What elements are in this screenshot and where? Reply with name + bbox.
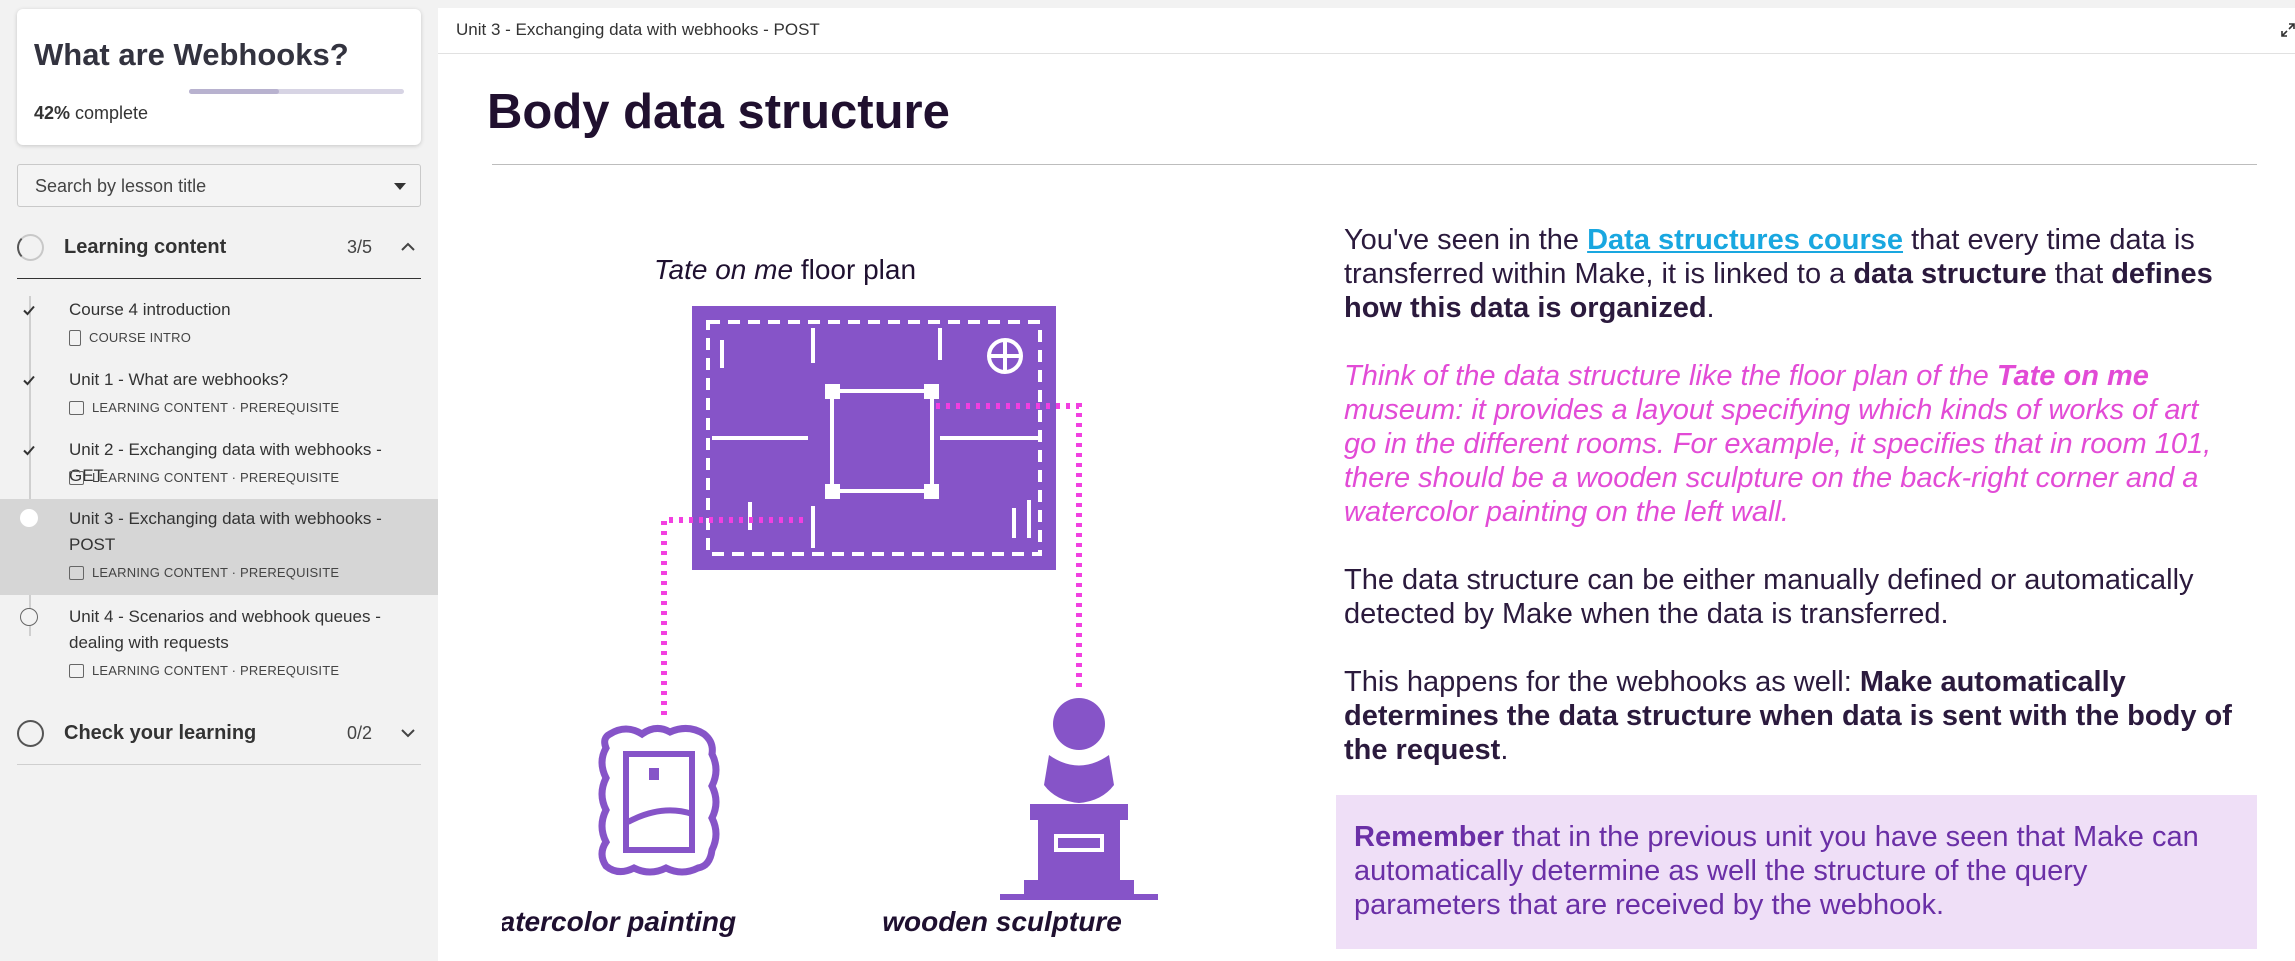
label-watercolor-painting: watercolor painting xyxy=(502,906,736,937)
section-count: 3/5 xyxy=(347,237,373,257)
page-title: Body data structure xyxy=(487,85,950,139)
lesson-meta: COURSE INTRO xyxy=(69,329,192,347)
paragraph-webhooks-body: This happens for the webhooks as well: M… xyxy=(1344,665,2234,767)
watercolor-painting-icon xyxy=(598,725,720,876)
slides-icon xyxy=(69,663,84,678)
caret-down-icon xyxy=(394,183,406,190)
lesson-body-text: You've seen in the Data structures cours… xyxy=(1344,223,2234,801)
section-label: Learning content xyxy=(64,236,227,258)
course-progress-card: What are Webhooks? 42% complete xyxy=(17,9,421,145)
paragraph-defined-or-detected: The data structure can be either manuall… xyxy=(1344,564,2194,630)
chevron-up-icon[interactable] xyxy=(399,238,417,256)
section-divider xyxy=(17,278,421,279)
lesson-title: Unit 1 - What are webhooks? xyxy=(69,370,289,389)
section-progress-ring-icon xyxy=(17,234,44,261)
breadcrumb: Unit 3 - Exchanging data with webhooks -… xyxy=(456,20,820,39)
progress-percent: 42% xyxy=(34,103,71,123)
bold-run: data structure xyxy=(1853,258,2047,290)
lesson-item-unit-3[interactable]: Unit 3 - Exchanging data with webhooks -… xyxy=(0,499,438,595)
chevron-down-icon[interactable] xyxy=(399,724,417,742)
bold-run: Remember xyxy=(1354,821,1504,853)
text-run: that xyxy=(2046,258,2112,290)
text-run: . xyxy=(1500,734,1509,766)
section-count: 0/2 xyxy=(347,723,373,743)
paragraph-floor-plan-analogy: Think of the data structure like the flo… xyxy=(1344,359,2234,529)
lesson-meta: LEARNING CONTENT · PREREQUISITE xyxy=(69,400,339,416)
text-run: You've seen in the xyxy=(1344,224,1588,256)
lesson-item-unit-1[interactable]: Unit 1 - What are webhooks? LEARNING CON… xyxy=(0,366,438,426)
paragraph-data-structure-intro: You've seen in the Data structures cours… xyxy=(1344,223,2234,325)
lesson-title: Course 4 introduction xyxy=(69,300,231,319)
remember-text: Remember that in the previous unit you h… xyxy=(1354,820,2234,922)
lesson-item-unit-4[interactable]: Unit 4 - Scenarios and webhook queues - … xyxy=(0,604,438,684)
text-run: . xyxy=(1706,292,1715,324)
data-structures-course-link[interactable]: Data structures course xyxy=(1587,224,1903,256)
lesson-meta-text: LEARNING CONTENT · PREREQUISITE xyxy=(92,565,340,580)
expand-icon[interactable] xyxy=(2280,22,2295,38)
lesson-meta: LEARNING CONTENT · PREREQUISITE xyxy=(69,565,339,581)
lesson-header-bar: Unit 3 - Exchanging data with webhooks -… xyxy=(438,8,2295,54)
title-divider xyxy=(492,164,2257,165)
progress-suffix: complete xyxy=(70,103,149,123)
floor-plan-caption: Tate on me floor plan xyxy=(654,254,916,285)
remember-callout: Remember that in the previous unit you h… xyxy=(1336,795,2257,949)
section-check-your-learning[interactable]: Check your learning 0/2 xyxy=(17,708,421,758)
checkmark-icon xyxy=(23,305,35,316)
lesson-title: Unit 4 - Scenarios and webhook queues - … xyxy=(69,607,381,652)
bold-run: Tate on me xyxy=(1996,360,2149,392)
progress-bar xyxy=(189,89,404,94)
lesson-meta: LEARNING CONTENT · PREREQUISITE xyxy=(69,663,339,679)
lesson-item-course-intro[interactable]: Course 4 introduction COURSE INTRO xyxy=(0,296,438,356)
checkmark-icon xyxy=(23,375,35,386)
section-learning-content[interactable]: Learning content 3/5 xyxy=(17,222,421,272)
lesson-item-unit-2[interactable]: Unit 2 - Exchanging data with webhooks -… xyxy=(0,436,438,496)
lesson-content-panel: Unit 3 - Exchanging data with webhooks -… xyxy=(438,8,2295,961)
course-title: What are Webhooks? xyxy=(34,37,349,72)
lesson-meta-text: COURSE INTRO xyxy=(89,330,192,345)
floor-plan-illustration: Tate on me floor plan watercolor paintin… xyxy=(502,254,1158,937)
wooden-sculpture-icon xyxy=(1000,698,1158,900)
current-lesson-dot-icon xyxy=(20,509,38,527)
section-divider xyxy=(17,764,421,765)
lesson-meta-text: LEARNING CONTENT · PREREQUISITE xyxy=(92,400,340,415)
slides-icon xyxy=(69,470,84,485)
lesson-search-dropdown[interactable]: Search by lesson title xyxy=(17,164,421,207)
lesson-meta-text: LEARNING CONTENT · PREREQUISITE xyxy=(92,470,340,485)
progress-bar-fill xyxy=(189,89,280,94)
text-run: museum: it provides a layout specifying … xyxy=(1344,394,2212,528)
progress-text: 42% complete xyxy=(34,103,148,124)
document-icon xyxy=(69,329,81,346)
incomplete-lesson-dot-icon xyxy=(20,608,38,626)
floor-plan-icon xyxy=(692,306,1056,570)
section-label: Check your learning xyxy=(64,722,257,744)
lesson-title: Unit 3 - Exchanging data with webhooks -… xyxy=(69,509,382,554)
slides-icon xyxy=(69,565,84,580)
label-wooden-sculpture: wooden sculpture xyxy=(882,906,1122,937)
lesson-meta-text: LEARNING CONTENT · PREREQUISITE xyxy=(92,663,340,678)
text-run: This happens for the webhooks as well: xyxy=(1344,666,1860,698)
slides-icon xyxy=(69,400,84,415)
course-sidebar: What are Webhooks? 42% complete Search b… xyxy=(0,0,438,961)
lesson-meta: LEARNING CONTENT · PREREQUISITE xyxy=(69,470,339,486)
text-run: Think of the data structure like the flo… xyxy=(1344,360,1997,392)
section-progress-ring-icon xyxy=(17,720,44,747)
checkmark-icon xyxy=(23,445,35,456)
lesson-search-placeholder: Search by lesson title xyxy=(35,176,207,196)
